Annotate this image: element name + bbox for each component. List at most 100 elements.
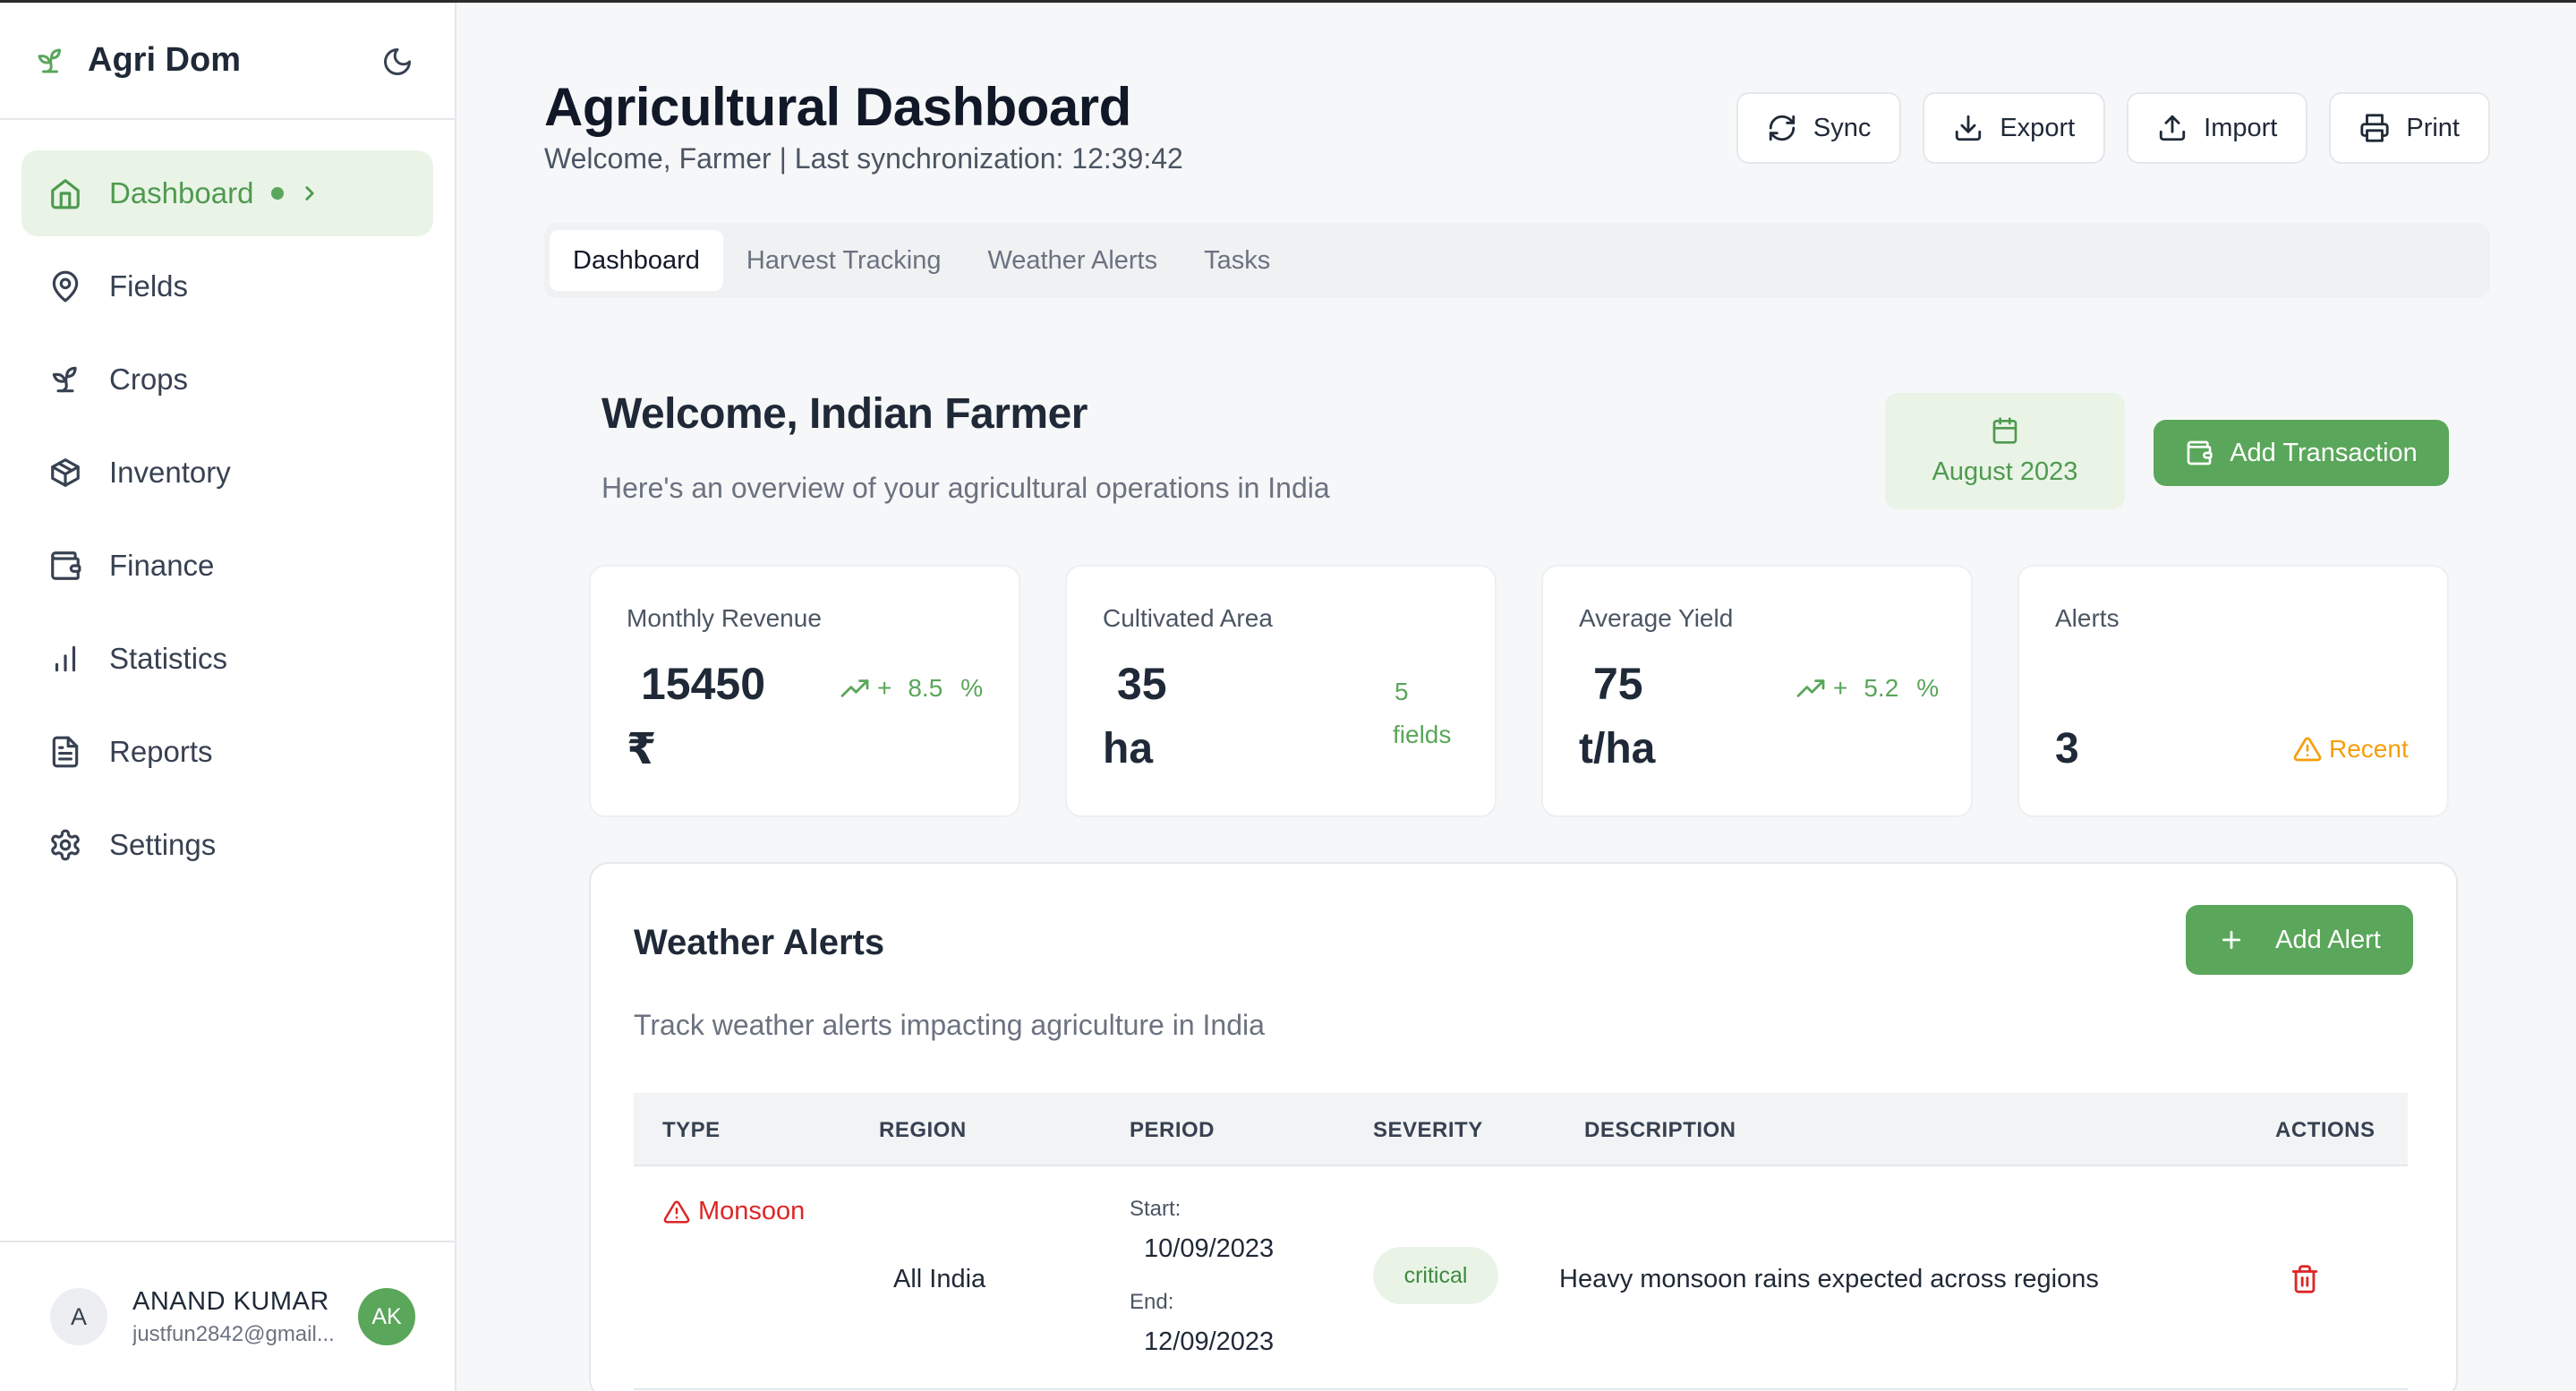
column-header-actions: ACTIONS <box>2275 1118 2376 1142</box>
sidebar-item-reports[interactable]: Reports <box>21 709 433 795</box>
wallet-icon <box>2187 440 2213 465</box>
printer-icon <box>2360 114 2389 142</box>
fields-label: fields <box>1393 721 1452 748</box>
column-header-period[interactable]: PERIOD <box>1130 1118 1215 1143</box>
sidebar-item-dashboard[interactable]: Dashboard <box>21 150 433 236</box>
add-transaction-label: Add Transaction <box>2230 438 2418 467</box>
package-icon <box>51 458 80 487</box>
fields-count: 5 <box>1395 678 1409 705</box>
user-email: justfun2842@gmail... <box>132 1321 335 1346</box>
trash-icon[interactable] <box>2290 1263 2320 1295</box>
import-button[interactable]: Import <box>2127 92 2308 164</box>
trend-value: 5.2 <box>1864 674 1899 702</box>
table-row: Monsoon All India Start: 10/09/2023 End:… <box>634 1166 2408 1390</box>
stat-value: 35 <box>1117 659 1167 709</box>
column-header-region[interactable]: REGION <box>879 1118 967 1143</box>
sprout-logo-icon <box>38 48 61 73</box>
stat-value: 75 <box>1593 659 1643 709</box>
trend-unit: % <box>1916 674 1940 702</box>
file-text-icon <box>52 736 79 768</box>
sidebar-item-fields[interactable]: Fields <box>21 243 433 329</box>
user-initials-badge[interactable]: AK <box>358 1288 415 1345</box>
trending-up-icon <box>1796 679 1825 697</box>
column-header-severity[interactable]: SEVERITY <box>1373 1118 1483 1143</box>
trend-sign: + <box>1833 674 1848 702</box>
severity-badge: critical <box>1373 1247 1498 1304</box>
print-label: Print <box>2406 113 2460 142</box>
column-header-type[interactable]: TYPE <box>662 1118 721 1143</box>
trend-value: 8.5 <box>908 674 943 702</box>
map-pin-icon <box>52 270 79 303</box>
stat-card-yield: Average Yield 75 t/ha + 5.2 % <box>1541 565 1973 817</box>
tab-weather-alerts[interactable]: Weather Alerts <box>964 230 1181 291</box>
sidebar-item-label: Fields <box>109 269 189 303</box>
print-button[interactable]: Print <box>2329 92 2490 164</box>
refresh-icon <box>1769 115 1796 141</box>
sidebar-item-crops[interactable]: Crops <box>21 337 433 422</box>
trending-up-icon <box>840 679 869 697</box>
stat-trend: + 5.2 % <box>1796 674 1939 703</box>
main-content: Agricultural Dashboard Welcome, Farmer |… <box>456 3 2576 1391</box>
welcome-subtitle: Here's an overview of your agricultural … <box>601 472 1330 504</box>
trend-unit: % <box>960 674 984 702</box>
sidebar: Agri Dom Dashboard Fields Crops Inventor… <box>0 3 456 1391</box>
stat-label: Average Yield <box>1579 604 1734 632</box>
import-label: Import <box>2204 113 2278 142</box>
tab-tasks[interactable]: Tasks <box>1181 230 1293 291</box>
chevron-right-icon <box>305 186 315 201</box>
gear-icon <box>51 829 80 861</box>
header-actions: Sync Export Import Print <box>1736 92 2490 164</box>
weather-alerts-panel: Weather Alerts Track weather alerts impa… <box>589 862 2458 1391</box>
alert-type: Monsoon <box>698 1197 806 1225</box>
stat-value: 3 <box>2055 725 2079 772</box>
stat-label: Monthly Revenue <box>627 604 822 632</box>
app-name: Agri Dom <box>88 41 241 79</box>
stats-row: Monthly Revenue 15450 ₹ + 8.5 % Cultivat… <box>589 565 2449 817</box>
sidebar-item-label: Finance <box>109 549 215 582</box>
stat-card-revenue: Monthly Revenue 15450 ₹ + 8.5 % <box>589 565 1020 817</box>
add-alert-button[interactable]: Add Alert <box>2186 905 2413 975</box>
user-profile[interactable]: A ANAND KUMAR justfun2842@gmail... AK <box>0 1241 455 1391</box>
alerts-status-label: Recent <box>2329 735 2409 763</box>
export-label: Export <box>2000 113 2076 142</box>
tab-bar: Dashboard Harvest Tracking Weather Alert… <box>544 223 2490 298</box>
plus-icon <box>2222 930 2241 950</box>
sidebar-item-finance[interactable]: Finance <box>21 523 433 609</box>
sidebar-item-inventory[interactable]: Inventory <box>21 430 433 516</box>
period-start-label: Start: <box>1130 1197 1181 1221</box>
wallet-icon <box>51 551 81 580</box>
sidebar-item-statistics[interactable]: Statistics <box>21 616 433 702</box>
download-icon <box>1956 115 1982 141</box>
export-button[interactable]: Export <box>1923 92 2106 164</box>
date-selector[interactable]: August 2023 <box>1885 393 2125 509</box>
stat-unit: t/ha <box>1579 725 1656 772</box>
tab-dashboard[interactable]: Dashboard <box>550 230 723 291</box>
period-end-date: 12/09/2023 <box>1144 1327 1275 1356</box>
active-indicator-dot <box>271 187 285 200</box>
period-end-label: End: <box>1130 1290 1174 1314</box>
bar-chart-icon <box>55 645 76 672</box>
user-name: ANAND KUMAR <box>132 1286 329 1316</box>
page-title: Agricultural Dashboard <box>544 77 1131 137</box>
warning-triangle-icon <box>2293 737 2322 762</box>
sidebar-item-settings[interactable]: Settings <box>21 802 433 888</box>
add-transaction-button[interactable]: Add Transaction <box>2154 420 2449 486</box>
sync-button[interactable]: Sync <box>1736 92 1902 164</box>
stat-unit: ha <box>1103 725 1154 772</box>
tab-harvest-tracking[interactable]: Harvest Tracking <box>723 230 965 291</box>
sidebar-item-label: Settings <box>109 828 217 861</box>
stat-value: 15450 <box>641 659 766 709</box>
sidebar-item-label: Crops <box>109 363 189 396</box>
period-start-date: 10/09/2023 <box>1144 1234 1275 1263</box>
sidebar-item-label: Dashboard <box>109 176 254 209</box>
sidebar-item-label: Reports <box>109 735 213 768</box>
brand-header: Agri Dom <box>0 3 455 120</box>
home-icon <box>51 179 80 209</box>
column-header-description[interactable]: DESCRIPTION <box>1584 1118 1736 1143</box>
date-label: August 2023 <box>1932 457 2078 486</box>
moon-icon[interactable] <box>381 46 414 78</box>
sync-label: Sync <box>1813 113 1872 142</box>
stat-card-area: Cultivated Area 35 ha 5 fields <box>1065 565 1497 817</box>
upload-icon <box>2160 115 2186 141</box>
alert-description: Heavy monsoon rains expected across regi… <box>1559 1265 2099 1293</box>
